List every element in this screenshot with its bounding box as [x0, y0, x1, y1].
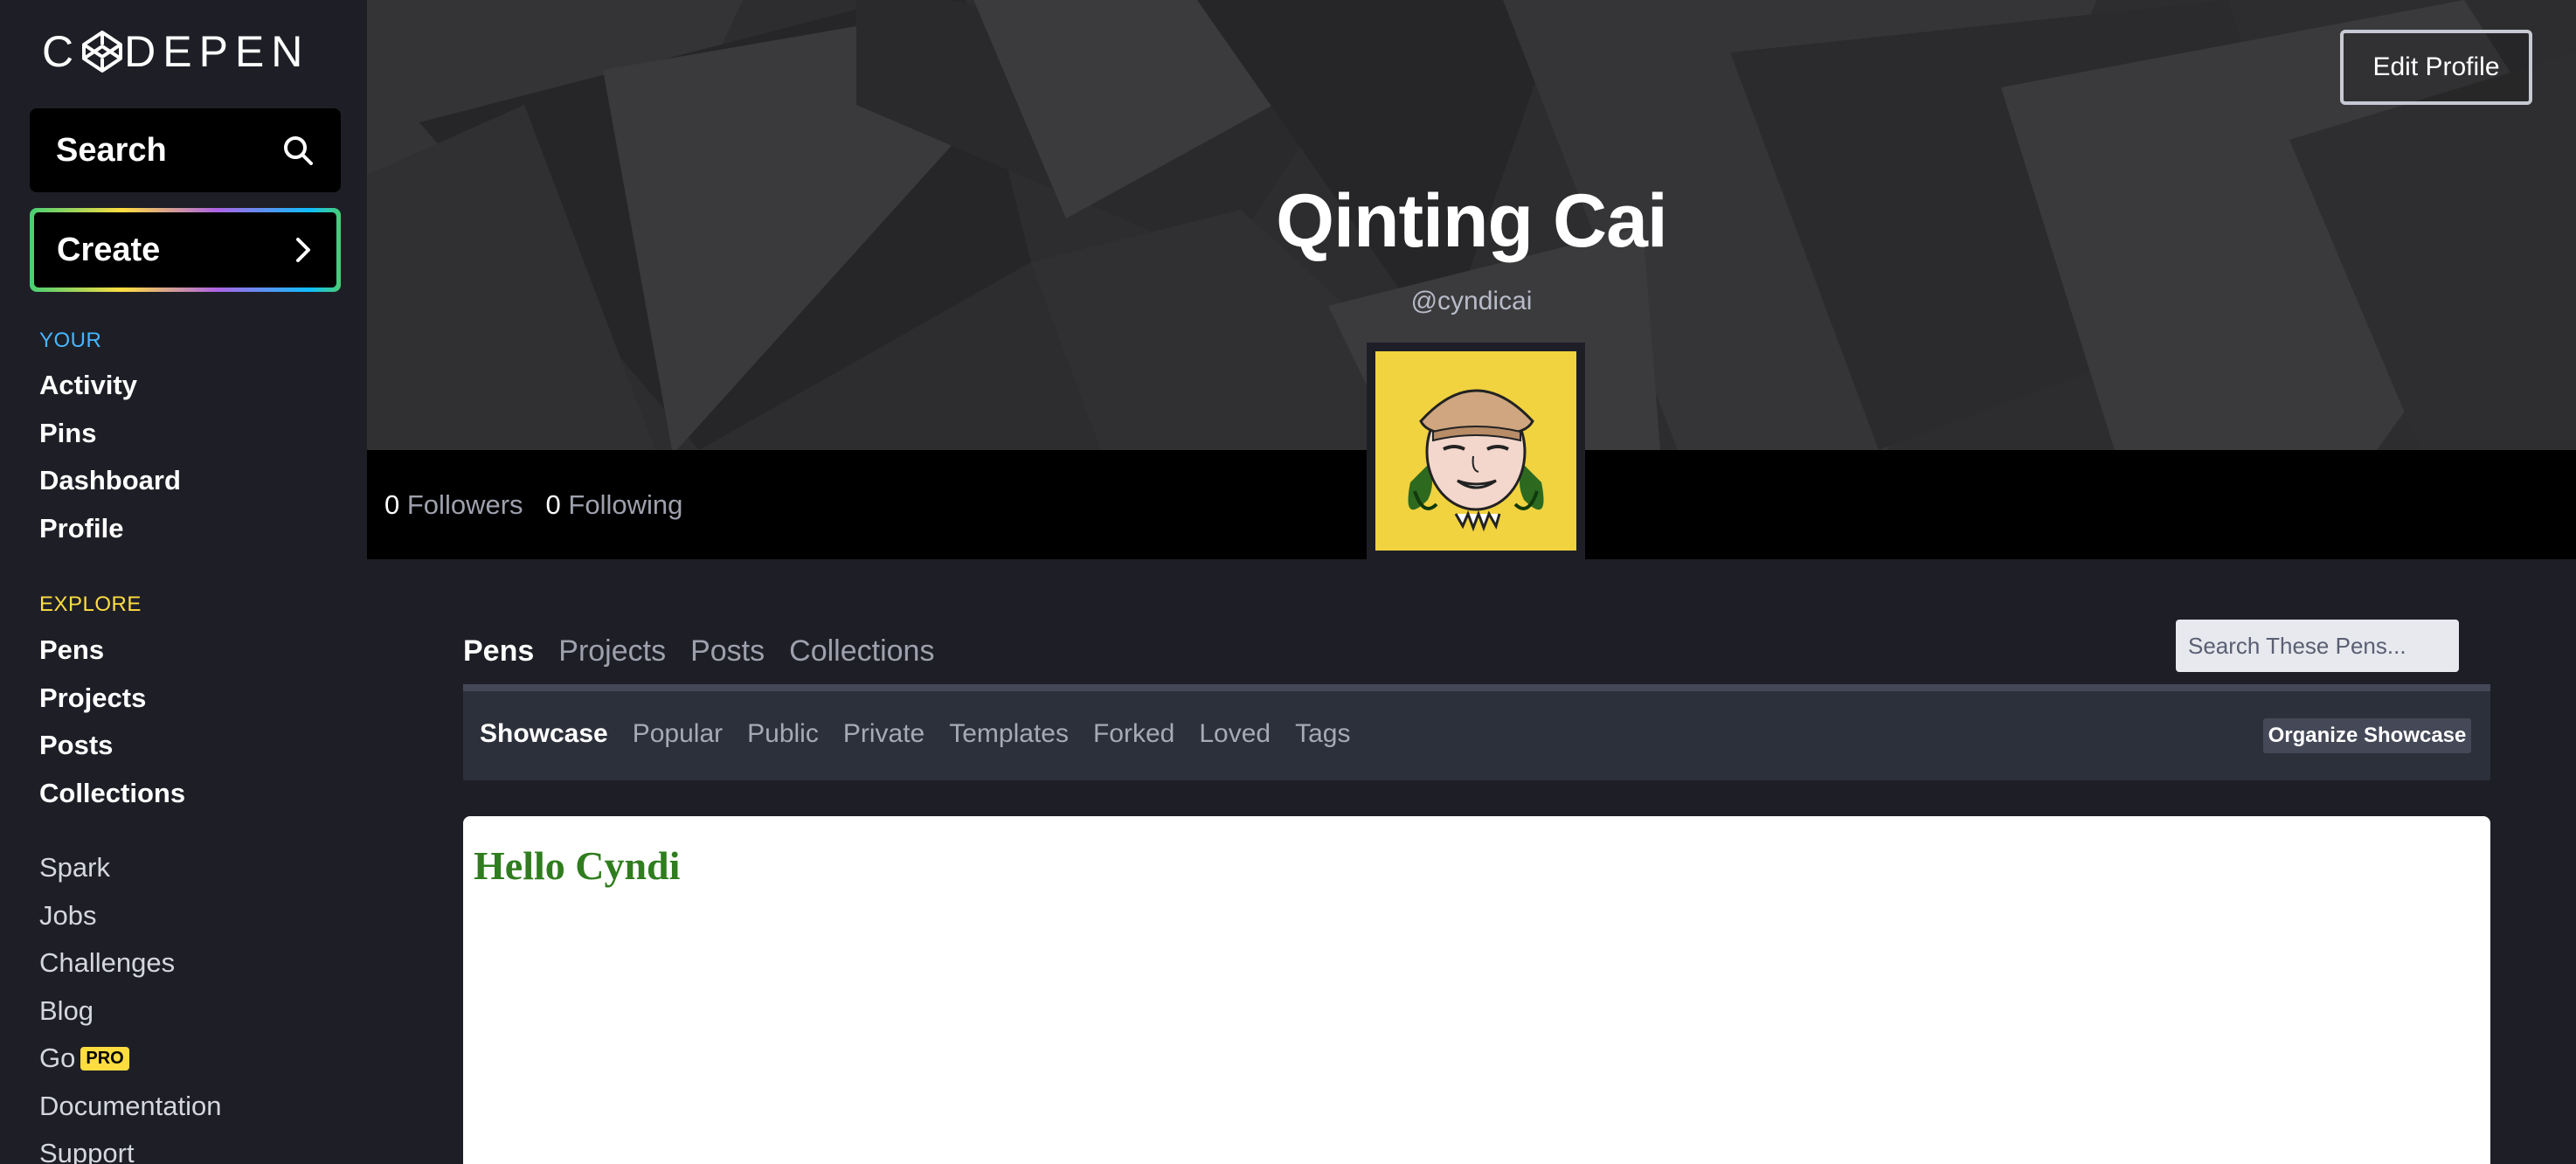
subtab-showcase[interactable]: Showcase — [480, 719, 608, 749]
search-pens-input[interactable] — [2176, 620, 2459, 672]
followers-count: 0 — [384, 489, 400, 520]
sidebar: C DEPEN Search Create YOUR Activity Pins… — [0, 0, 367, 1164]
subtab-tags[interactable]: Tags — [1295, 719, 1350, 749]
sidebar-item-challenges[interactable]: Challenges — [39, 939, 222, 987]
your-nav: Activity Pins Dashboard Profile — [39, 362, 181, 552]
logo-text-c: C — [42, 27, 81, 76]
sidebar-item-go-label: Go — [39, 1043, 76, 1074]
subtab-private[interactable]: Private — [843, 719, 924, 749]
tab-projects[interactable]: Projects — [558, 634, 666, 669]
pen-preview-card[interactable]: Hello Cyndi — [463, 816, 2490, 1164]
sidebar-item-support[interactable]: Support — [39, 1130, 222, 1164]
pen-preview-heading: Hello Cyndi — [474, 843, 681, 888]
tab-posts[interactable]: Posts — [690, 634, 765, 669]
sidebar-item-pens[interactable]: Pens — [39, 627, 185, 675]
subtab-forked[interactable]: Forked — [1093, 719, 1174, 749]
sidebar-item-jobs[interactable]: Jobs — [39, 892, 222, 940]
sidebar-item-profile[interactable]: Profile — [39, 505, 181, 553]
create-button[interactable]: Create — [30, 208, 341, 292]
profile-name: Qinting Cai — [1276, 179, 1668, 263]
search-button[interactable]: Search — [30, 108, 341, 192]
sidebar-item-spark[interactable]: Spark — [39, 844, 222, 892]
sidebar-item-go[interactable]: Go PRO — [39, 1035, 222, 1083]
followers-link[interactable]: 0 Followers — [384, 489, 523, 521]
sidebar-item-documentation[interactable]: Documentation — [39, 1083, 222, 1131]
sidebar-item-dashboard[interactable]: Dashboard — [39, 457, 181, 505]
edit-profile-button[interactable]: Edit Profile — [2340, 30, 2532, 105]
codepen-logo-icon — [82, 31, 123, 73]
followers-label: Followers — [406, 489, 523, 520]
explore-nav: Pens Projects Posts Collections — [39, 627, 185, 817]
organize-showcase-button[interactable]: Organize Showcase — [2263, 718, 2471, 753]
subtab-popular[interactable]: Popular — [633, 719, 723, 749]
content-tabs: Pens Projects Posts Collections — [463, 634, 934, 669]
chevron-right-icon — [296, 238, 310, 262]
sidebar-item-posts[interactable]: Posts — [39, 722, 185, 770]
explore-heading: EXPLORE — [39, 592, 142, 616]
following-link[interactable]: 0 Following — [546, 489, 683, 521]
sidebar-item-collections[interactable]: Collections — [39, 770, 185, 818]
create-button-label: Create — [57, 231, 161, 268]
sidebar-item-pins[interactable]: Pins — [39, 410, 181, 458]
sidebar-item-projects[interactable]: Projects — [39, 675, 185, 723]
avatar-illustration — [1375, 351, 1576, 551]
avatar[interactable] — [1375, 351, 1576, 551]
subtab-public[interactable]: Public — [747, 719, 819, 749]
create-button-inner: Create — [34, 212, 336, 288]
avatar-frame — [1367, 343, 1585, 559]
following-label: Following — [568, 489, 683, 520]
logo-text-rest: DEPEN — [124, 27, 310, 76]
other-nav: Spark Jobs Challenges Blog Go PRO Docume… — [39, 844, 222, 1164]
search-icon — [284, 136, 313, 165]
pen-subtabs: Showcase Popular Public Private Template… — [480, 719, 1350, 749]
your-heading: YOUR — [39, 329, 102, 352]
search-button-label: Search — [56, 131, 167, 169]
sidebar-item-blog[interactable]: Blog — [39, 987, 222, 1036]
sidebar-item-activity[interactable]: Activity — [39, 362, 181, 410]
pro-badge: PRO — [80, 1046, 129, 1070]
codepen-logo[interactable]: C DEPEN — [42, 26, 309, 77]
subtab-loved[interactable]: Loved — [1199, 719, 1271, 749]
tab-pens[interactable]: Pens — [463, 634, 534, 669]
following-count: 0 — [545, 489, 561, 520]
profile-handle[interactable]: @cyndicai — [367, 287, 2576, 316]
tab-collections[interactable]: Collections — [789, 634, 934, 669]
follow-stats: 0 Followers 0 Following — [384, 489, 682, 521]
tab-divider — [463, 684, 2490, 691]
subtab-templates[interactable]: Templates — [949, 719, 1069, 749]
